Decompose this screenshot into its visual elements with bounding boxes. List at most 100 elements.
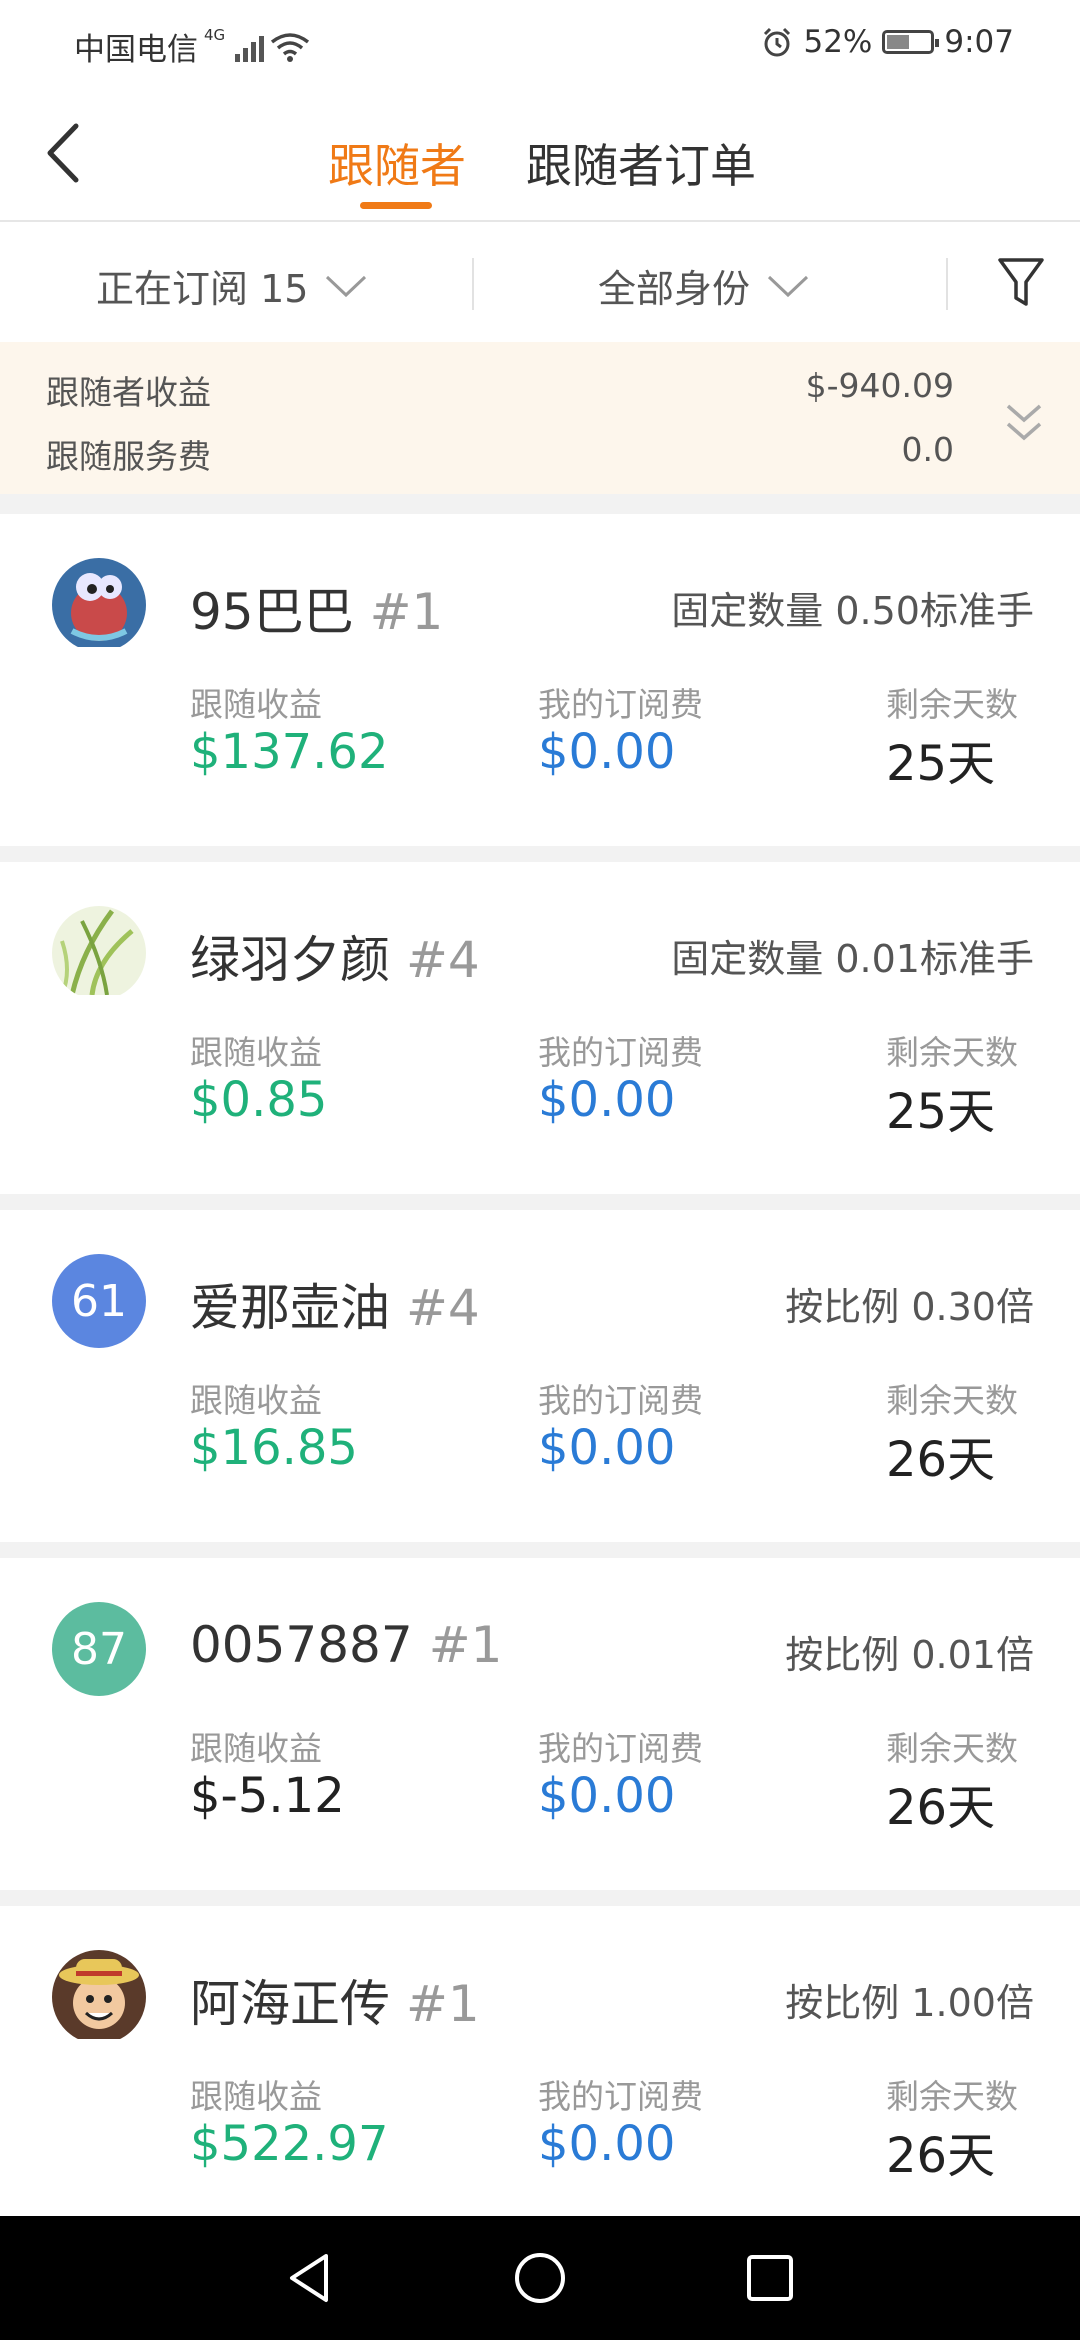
battery-percent: 52% bbox=[803, 24, 873, 60]
follower-card[interactable]: 87 0057887 #1 按比例 0.01倍 跟随收益 我的订阅费 剩余天数 $… bbox=[0, 1558, 1080, 1890]
follower-name-row: 绿羽夕颜 #4 bbox=[190, 920, 480, 992]
days-label: 剩余天数 bbox=[886, 1033, 1018, 1072]
status-left: 中国电信 4G bbox=[74, 24, 310, 69]
avatar[interactable] bbox=[52, 1950, 146, 2044]
identity-filter-label: 全部身份 bbox=[598, 267, 751, 311]
earnings-summary: 跟随者收益 $-940.09 跟随服务费 0.0 bbox=[0, 342, 1080, 494]
recents-square-icon[interactable] bbox=[742, 2250, 798, 2306]
battery-icon bbox=[882, 30, 940, 54]
days-value: 25天 bbox=[886, 1084, 996, 1140]
fee-label: 我的订阅费 bbox=[538, 1381, 703, 1420]
chevron-down-icon bbox=[326, 275, 367, 297]
grass-avatar bbox=[52, 906, 146, 1000]
summary-income-row: 跟随者收益 $-940.09 bbox=[46, 366, 954, 414]
income-value: $16.85 bbox=[190, 1420, 358, 1476]
copy-mode: 按比例 0.01倍 bbox=[785, 1633, 1034, 1677]
avatar-number: 87 bbox=[71, 1623, 127, 1675]
income-label: 跟随收益 bbox=[190, 2077, 322, 2116]
fee-label: 我的订阅费 bbox=[538, 2077, 703, 2116]
follower-name: 95巴巴 bbox=[190, 583, 354, 641]
filter-bar: 正在订阅 15 全部身份 bbox=[0, 222, 1080, 342]
subscribing-filter[interactable]: 正在订阅 15 bbox=[96, 258, 368, 313]
income-label: 跟随收益 bbox=[190, 1381, 322, 1420]
divider bbox=[472, 258, 474, 310]
subscribing-filter-label: 正在订阅 15 bbox=[96, 267, 309, 311]
expand-double-chevron-icon[interactable] bbox=[1002, 398, 1046, 448]
income-label: 跟随收益 bbox=[190, 1033, 322, 1072]
back-triangle-icon[interactable] bbox=[282, 2250, 338, 2306]
summary-fee-value: 0.0 bbox=[901, 430, 954, 469]
follower-card[interactable]: 61 爱那壶油 #4 按比例 0.30倍 跟随收益 我的订阅费 剩余天数 $16.… bbox=[0, 1210, 1080, 1542]
follower-name-row: 爱那壶油 #4 bbox=[190, 1268, 480, 1340]
top-navigation: 跟随者 跟随者订单 bbox=[0, 90, 1080, 222]
follower-name: 0057887 bbox=[190, 1616, 413, 1674]
days-label: 剩余天数 bbox=[886, 2077, 1018, 2116]
avatar[interactable] bbox=[52, 558, 146, 652]
income-value: $0.85 bbox=[190, 1072, 328, 1128]
follower-card[interactable]: 阿海正传 #1 按比例 1.00倍 跟随收益 我的订阅费 剩余天数 $522.97… bbox=[0, 1906, 1080, 2238]
carrier-label: 中国电信 bbox=[74, 32, 198, 68]
income-value: $-5.12 bbox=[190, 1768, 345, 1824]
divider bbox=[946, 258, 948, 310]
income-value: $522.97 bbox=[190, 2116, 389, 2172]
income-label: 跟随收益 bbox=[190, 685, 322, 724]
signal-icon bbox=[235, 32, 265, 62]
alarm-icon bbox=[764, 27, 791, 57]
filter-funnel-icon[interactable] bbox=[996, 254, 1046, 310]
avatar-number: 61 bbox=[71, 1275, 127, 1327]
fee-value: $0.00 bbox=[538, 724, 676, 780]
summary-income-label: 跟随者收益 bbox=[46, 373, 211, 412]
tab-follower-orders[interactable]: 跟随者订单 bbox=[526, 130, 756, 196]
tab-followers[interactable]: 跟随者 bbox=[328, 130, 466, 196]
status-right: 52% 9:07 bbox=[761, 24, 1014, 60]
days-label: 剩余天数 bbox=[886, 1729, 1018, 1768]
identity-filter[interactable]: 全部身份 bbox=[598, 258, 810, 313]
summary-fee-row: 跟随服务费 0.0 bbox=[46, 430, 954, 478]
home-circle-icon[interactable] bbox=[512, 2250, 568, 2306]
copy-mode: 按比例 1.00倍 bbox=[785, 1981, 1034, 2025]
fee-value: $0.00 bbox=[538, 1072, 676, 1128]
follower-name-row: 0057887 #1 bbox=[190, 1616, 502, 1674]
avatar[interactable] bbox=[52, 906, 146, 1000]
follower-rank: #1 bbox=[406, 1975, 480, 2033]
days-value: 25天 bbox=[886, 736, 996, 792]
income-label: 跟随收益 bbox=[190, 1729, 322, 1768]
follower-name: 阿海正传 bbox=[190, 1975, 390, 2033]
follower-rank: #4 bbox=[406, 1279, 480, 1337]
follower-card[interactable]: 绿羽夕颜 #4 固定数量 0.01标准手 跟随收益 我的订阅费 剩余天数 $0.8… bbox=[0, 862, 1080, 1194]
avatar[interactable]: 61 bbox=[52, 1254, 146, 1348]
fee-value: $0.00 bbox=[538, 1768, 676, 1824]
follower-card[interactable]: 95巴巴 #1 固定数量 0.50标准手 跟随收益 我的订阅费 剩余天数 $137… bbox=[0, 514, 1080, 846]
clock: 9:07 bbox=[944, 24, 1014, 60]
cartoon-fish-avatar bbox=[52, 558, 146, 652]
network-type: 4G bbox=[204, 25, 226, 44]
fee-label: 我的订阅费 bbox=[538, 685, 703, 724]
income-value: $137.62 bbox=[190, 724, 389, 780]
fee-value: $0.00 bbox=[538, 2116, 676, 2172]
follower-name-row: 95巴巴 #1 bbox=[190, 572, 443, 644]
fee-label: 我的订阅费 bbox=[538, 1729, 703, 1768]
back-arrow-icon[interactable] bbox=[36, 118, 96, 188]
days-value: 26天 bbox=[886, 2128, 996, 2184]
days-value: 26天 bbox=[886, 1780, 996, 1836]
follower-rank: #4 bbox=[406, 931, 480, 989]
active-tab-indicator bbox=[360, 202, 432, 209]
status-bar: 中国电信 4G 52% 9:07 bbox=[0, 0, 1080, 90]
avatar[interactable]: 87 bbox=[52, 1602, 146, 1696]
days-label: 剩余天数 bbox=[886, 1381, 1018, 1420]
summary-fee-label: 跟随服务费 bbox=[46, 437, 211, 476]
fee-value: $0.00 bbox=[538, 1420, 676, 1476]
follower-name: 爱那壶油 bbox=[190, 1279, 390, 1337]
follower-rank: #1 bbox=[428, 1616, 503, 1674]
copy-mode: 固定数量 0.01标准手 bbox=[671, 937, 1034, 981]
fee-label: 我的订阅费 bbox=[538, 1033, 703, 1072]
summary-income-value: $-940.09 bbox=[805, 366, 954, 405]
system-navigation-bar bbox=[0, 2216, 1080, 2340]
follower-rank: #1 bbox=[369, 583, 444, 641]
days-label: 剩余天数 bbox=[886, 685, 1018, 724]
chevron-down-icon bbox=[767, 275, 809, 297]
copy-mode: 固定数量 0.50标准手 bbox=[671, 589, 1034, 633]
follower-name-row: 阿海正传 #1 bbox=[190, 1964, 480, 2036]
days-value: 26天 bbox=[886, 1432, 996, 1488]
copy-mode: 按比例 0.30倍 bbox=[785, 1285, 1034, 1329]
